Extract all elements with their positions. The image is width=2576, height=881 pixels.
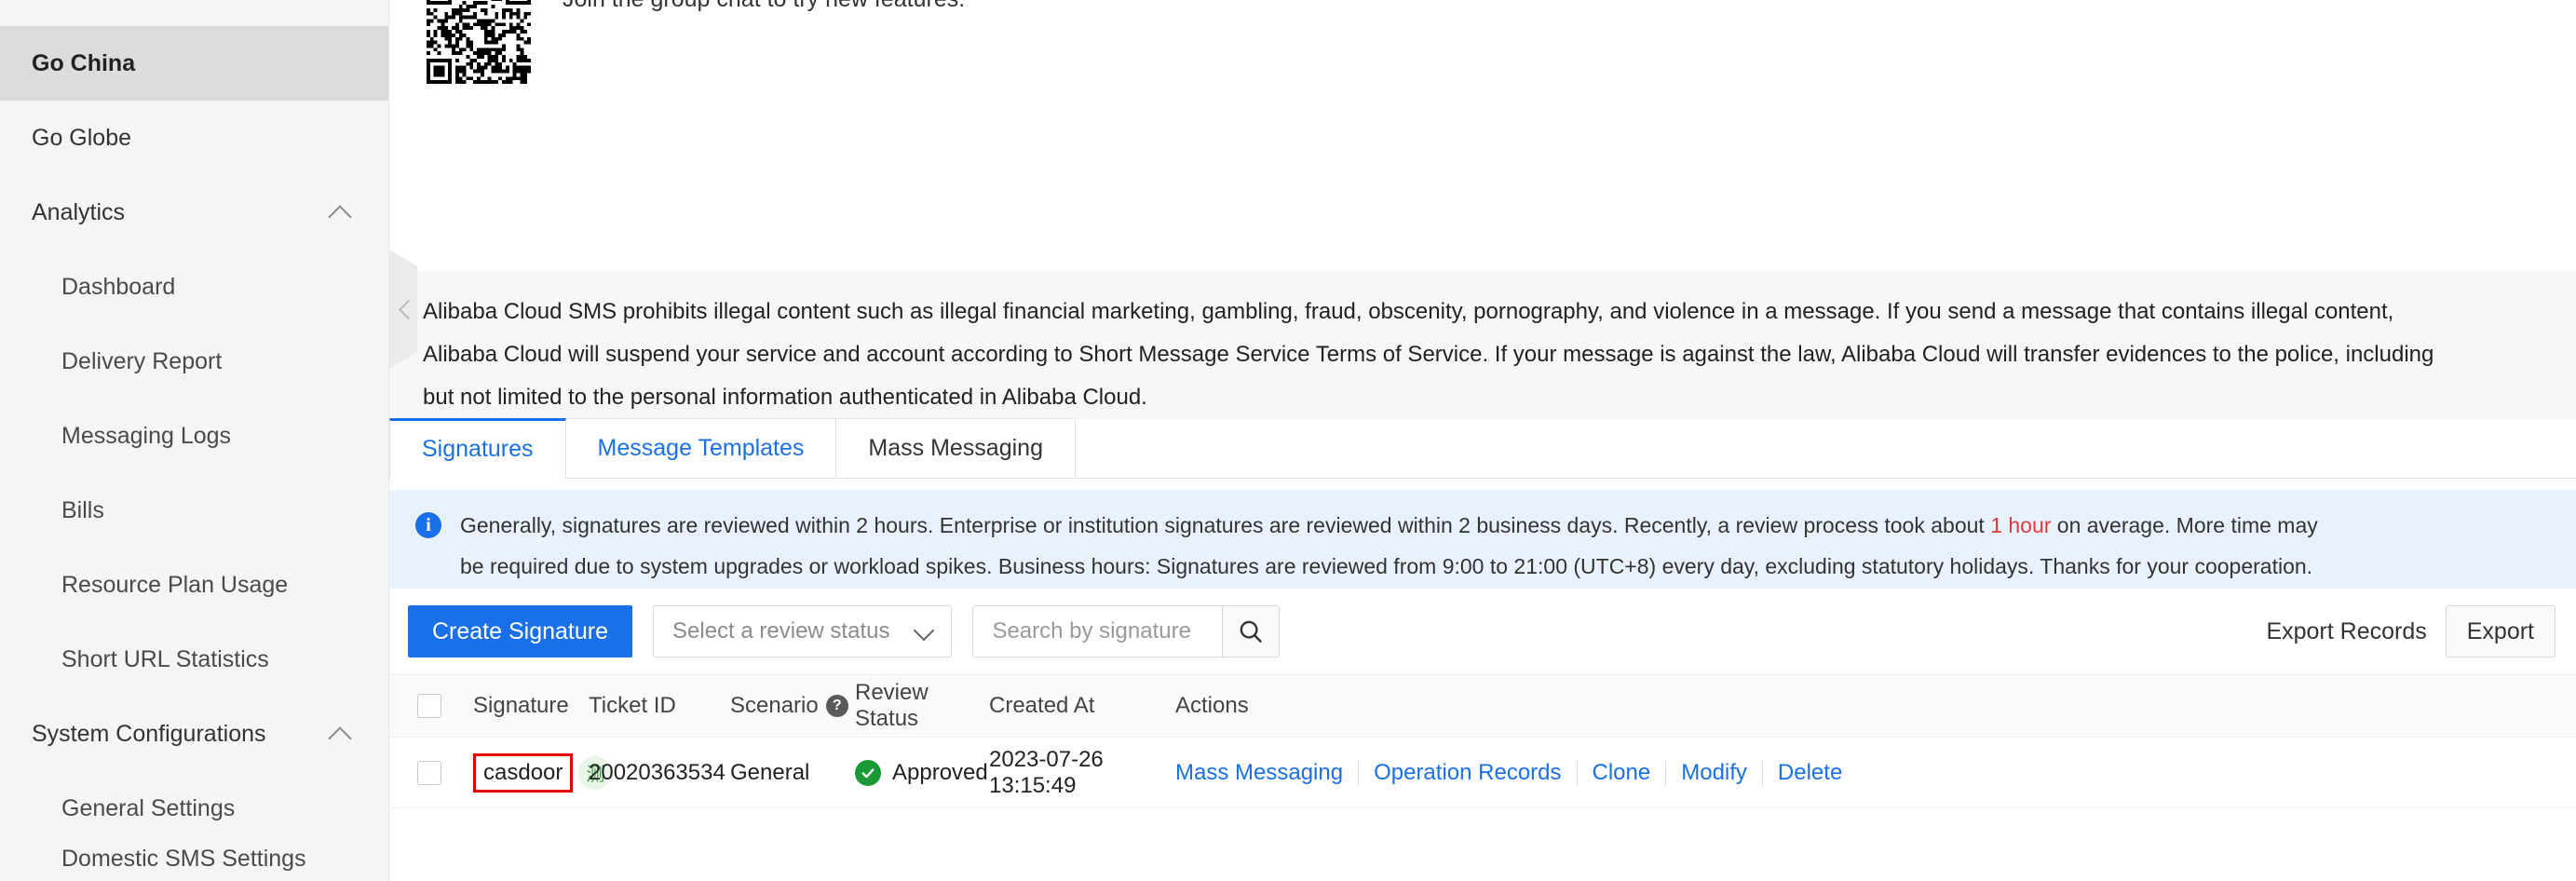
- sidebar-item-label: Analytics: [32, 199, 125, 226]
- column-header-signature: Signature: [453, 693, 589, 719]
- promo-text: Join the group chat to try new features.: [563, 0, 965, 15]
- export-button[interactable]: Export: [2446, 605, 2556, 657]
- tab-label: Message Templates: [598, 435, 805, 462]
- info-icon: i: [415, 512, 441, 538]
- notice-text-b: on average. More time may: [2051, 513, 2317, 537]
- main-content: Join the group chat to try new features.…: [389, 0, 2576, 881]
- chevron-up-icon[interactable]: [329, 722, 353, 746]
- sidebar-item-resource-plan-usage[interactable]: Resource Plan Usage: [0, 548, 388, 622]
- sidebar-item-domestic-sms-settings[interactable]: Domestic SMS Settings: [0, 846, 388, 881]
- column-header-created-at: Created At: [989, 693, 1175, 719]
- chevron-up-icon[interactable]: [329, 200, 353, 224]
- sidebar-item-messaging-logs[interactable]: Messaging Logs: [0, 399, 388, 473]
- signatures-table: Signature Ticket ID Scenario ? Review St…: [389, 674, 2576, 808]
- promo-card: Join the group chat to try new features.: [389, 0, 2576, 270]
- export-records-link[interactable]: Export Records: [2266, 618, 2426, 645]
- tab-label: Signatures: [422, 436, 534, 463]
- column-header-ticket-id: Ticket ID: [589, 693, 730, 719]
- sidebar-item-label: Short URL Statistics: [61, 646, 269, 673]
- notice-line-1: Generally, signatures are reviewed withi…: [460, 505, 2318, 546]
- review-status-select[interactable]: Select a review status: [653, 605, 952, 657]
- disclaimer-line-1: Alibaba Cloud SMS prohibits illegal cont…: [423, 291, 2576, 333]
- approved-check-icon: [855, 760, 881, 786]
- sidebar-item-go-china[interactable]: Go China: [0, 26, 388, 101]
- tab-bar: Signatures Message Templates Mass Messagin…: [389, 419, 2576, 479]
- sidebar-item-label: System Configurations: [32, 721, 266, 748]
- action-mass-messaging[interactable]: Mass Messaging: [1175, 760, 1358, 786]
- tab-label: Mass Messaging: [868, 435, 1043, 462]
- column-header-scenario-label: Scenario: [730, 693, 819, 719]
- search-group: [972, 605, 1280, 657]
- sidebar-item-label: Messaging Logs: [61, 423, 231, 450]
- action-delete[interactable]: Delete: [1763, 760, 1857, 786]
- disclaimer-line-3: but not limited to the personal informat…: [423, 376, 2576, 419]
- column-header-actions: Actions: [1175, 693, 2576, 719]
- notice-highlight: 1 hour: [1990, 513, 2051, 537]
- row-select-cell: [389, 761, 453, 785]
- tab-message-templates[interactable]: Message Templates: [565, 418, 837, 478]
- sidebar-collapse-handle[interactable]: [389, 250, 417, 369]
- qr-code-image: [427, 0, 531, 84]
- select-all-checkbox[interactable]: [417, 694, 441, 718]
- sidebar-item-label: Resource Plan Usage: [61, 572, 288, 599]
- app-root: Go China Go Globe Analytics Dashboard Delive…: [0, 0, 2576, 881]
- tab-mass-messaging[interactable]: Mass Messaging: [835, 418, 1076, 478]
- cell-signature: casdoor 测: [453, 753, 589, 793]
- row-checkbox[interactable]: [417, 761, 441, 785]
- sidebar-item-partial[interactable]: [0, 0, 388, 26]
- review-status-select-value: Select a review status: [672, 618, 889, 644]
- search-button[interactable]: [1222, 605, 1280, 657]
- sidebar-item-label: General Settings: [61, 795, 235, 822]
- sidebar-item-label: Go China: [32, 50, 135, 77]
- sidebar: Go China Go Globe Analytics Dashboard Delive…: [0, 0, 389, 881]
- disclaimer-line-2: Alibaba Cloud will suspend your service …: [423, 333, 2576, 376]
- column-header-review-status: Review Status: [855, 680, 989, 732]
- cell-scenario: General: [730, 760, 855, 786]
- sidebar-item-delivery-report[interactable]: Delivery Report: [0, 324, 388, 399]
- sidebar-item-go-globe[interactable]: Go Globe: [0, 101, 388, 175]
- cell-ticket-id: 20020363534: [589, 760, 730, 786]
- create-signature-button[interactable]: Create Signature: [408, 605, 632, 657]
- notice-text-a: Generally, signatures are reviewed withi…: [460, 513, 1990, 537]
- cell-created-at: 2023-07-26 13:15:49: [989, 747, 1175, 799]
- cell-actions: Mass MessagingOperation RecordsCloneModi…: [1175, 760, 2576, 786]
- cell-review-status: Approved: [855, 760, 989, 786]
- action-operation-records[interactable]: Operation Records: [1359, 760, 1576, 786]
- chevron-left-icon: [398, 301, 414, 318]
- sidebar-item-label: Dashboard: [61, 274, 175, 301]
- table-toolbar: Create Signature Select a review status …: [389, 589, 2576, 674]
- action-modify[interactable]: Modify: [1666, 760, 1762, 786]
- disclaimer-banner: Alibaba Cloud SMS prohibits illegal cont…: [389, 270, 2576, 419]
- sidebar-item-bills[interactable]: Bills: [0, 473, 388, 548]
- toolbar-right-group: Export Records Export: [2266, 605, 2576, 657]
- sidebar-item-label: Go Globe: [32, 125, 131, 152]
- search-icon: [1237, 617, 1265, 645]
- tab-signatures[interactable]: Signatures: [389, 418, 566, 478]
- sidebar-item-short-url-statistics[interactable]: Short URL Statistics: [0, 622, 388, 697]
- sidebar-item-system-configurations[interactable]: System Configurations: [0, 697, 388, 771]
- sidebar-item-general-settings[interactable]: General Settings: [0, 771, 388, 846]
- sidebar-item-analytics[interactable]: Analytics: [0, 175, 388, 250]
- review-status-value: Approved: [892, 760, 988, 786]
- column-header-scenario: Scenario ?: [730, 693, 855, 719]
- action-clone[interactable]: Clone: [1578, 760, 1666, 786]
- help-icon[interactable]: ?: [826, 695, 848, 717]
- search-input[interactable]: [972, 605, 1222, 657]
- table-header-row: Signature Ticket ID Scenario ? Review St…: [389, 674, 2576, 738]
- table-row: casdoor 测 20020363534 General Appr: [389, 738, 2576, 808]
- sidebar-item-label: Domestic SMS Settings: [61, 846, 306, 873]
- signature-value: casdoor: [483, 760, 563, 786]
- notice-line-2: be required due to system upgrades or wo…: [460, 546, 2318, 587]
- sidebar-item-dashboard[interactable]: Dashboard: [0, 250, 388, 324]
- signature-highlight-box: casdoor: [473, 753, 573, 793]
- sidebar-item-label: Delivery Report: [61, 348, 222, 375]
- sidebar-item-label: Bills: [61, 497, 104, 524]
- chevron-down-icon: [914, 621, 934, 642]
- review-info-notice: i Generally, signatures are reviewed wit…: [389, 490, 2576, 589]
- select-all-cell: [389, 694, 453, 718]
